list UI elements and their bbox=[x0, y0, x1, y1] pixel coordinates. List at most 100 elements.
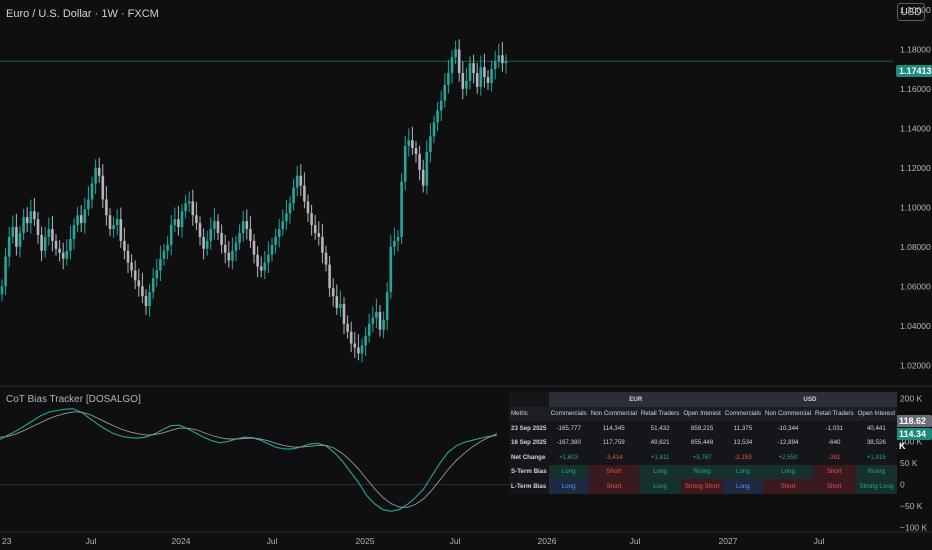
candle-body bbox=[357, 347, 360, 354]
table-row: L-Term Bias Long Short Long Strong Short Long… bbox=[509, 479, 898, 494]
cot-table: EUR USD Metric Commercials Non Commercial R… bbox=[509, 392, 898, 494]
table-row-label: S-Term Bias bbox=[509, 464, 549, 479]
candle-body bbox=[61, 252, 65, 259]
table-header-cell: Metric bbox=[509, 406, 549, 421]
table-cell: Strong Short bbox=[681, 479, 723, 494]
table-cell: Long bbox=[638, 479, 682, 494]
currency-button[interactable]: USD bbox=[897, 3, 925, 21]
candle-body bbox=[18, 232, 22, 247]
indicator-tick-label: 50 K bbox=[900, 458, 918, 468]
candle-body bbox=[198, 223, 202, 237]
x-tick-label: Jul bbox=[814, 536, 825, 546]
x-tick-label: Jul bbox=[630, 536, 641, 546]
table-cell: Short bbox=[588, 464, 639, 479]
price-tick-label: 1.04000 bbox=[900, 321, 931, 331]
candle-body bbox=[274, 236, 277, 245]
candle-body bbox=[97, 167, 101, 176]
candle-body bbox=[105, 199, 108, 216]
table-cell: 49,621 bbox=[638, 435, 682, 450]
table-cell: 859,215 bbox=[681, 421, 723, 436]
last-price-badge: 1.17413 bbox=[896, 65, 932, 77]
table-cell: +1,915 bbox=[855, 450, 898, 465]
candle-body bbox=[101, 175, 105, 200]
candle-body bbox=[303, 185, 306, 202]
candle-body bbox=[47, 229, 51, 237]
candle-body bbox=[79, 215, 83, 224]
candle-body bbox=[457, 49, 461, 74]
table-cell: Long bbox=[548, 464, 589, 479]
candle-body bbox=[108, 215, 112, 230]
candle-body bbox=[130, 262, 133, 271]
indicator-title: CoT Bias Tracker [DOSALGO] bbox=[6, 394, 141, 405]
candle-body bbox=[501, 55, 504, 64]
table-cell: Strong Long bbox=[855, 479, 898, 494]
candle-body bbox=[421, 169, 425, 186]
candle-body bbox=[137, 280, 141, 287]
candle-body bbox=[371, 317, 375, 324]
table-cell: Short bbox=[762, 479, 814, 494]
candle-body bbox=[220, 232, 223, 245]
candle-body bbox=[439, 100, 443, 111]
table-cell: 40,441 bbox=[855, 421, 898, 436]
candle-body bbox=[346, 323, 349, 332]
candle-body bbox=[245, 221, 249, 230]
candle-body bbox=[324, 252, 328, 265]
candle-body bbox=[25, 217, 29, 224]
table-cell: +2,550 bbox=[762, 450, 814, 465]
table-cell: -1,031 bbox=[813, 421, 856, 436]
candle-body bbox=[504, 61, 508, 64]
candle-body bbox=[418, 154, 421, 170]
indicator-value-badge: 114.34 K bbox=[896, 428, 932, 451]
table-cell: +3,767 bbox=[681, 450, 723, 465]
candle-body bbox=[429, 136, 432, 153]
candle-body bbox=[285, 213, 288, 222]
table-header-cell: Open Interest bbox=[855, 406, 898, 421]
table-cell: Long bbox=[548, 479, 589, 494]
candle-body bbox=[389, 246, 393, 293]
candle-body bbox=[231, 250, 234, 261]
candle-body bbox=[148, 292, 151, 307]
x-tick-label: 23 bbox=[2, 536, 12, 546]
candle-body bbox=[432, 122, 436, 137]
candle-body bbox=[367, 323, 371, 336]
candle-body bbox=[159, 258, 162, 271]
table-cell: -391 bbox=[813, 450, 856, 465]
x-tick-label: Jul bbox=[267, 536, 278, 546]
candle-body bbox=[385, 292, 389, 320]
indicator-tick-label: 200 K bbox=[900, 393, 923, 403]
candle-body bbox=[209, 229, 213, 241]
candle-body bbox=[115, 219, 119, 226]
candle-body bbox=[238, 232, 241, 243]
table-cell: Short bbox=[813, 479, 856, 494]
table-header-cell: Non Commercial bbox=[762, 406, 814, 421]
candle-body bbox=[169, 225, 173, 245]
table-row: S-Term Bias Long Short Long Rising Long Long Sh… bbox=[509, 464, 898, 479]
candle-body bbox=[339, 304, 342, 308]
chart-title: Euro / U.S. Dollar · 1W · FXCM bbox=[6, 8, 159, 20]
group-usd: USD bbox=[722, 392, 898, 407]
candle-body bbox=[299, 175, 303, 186]
candle-body bbox=[310, 213, 313, 226]
table-cell: 117,759 bbox=[588, 435, 639, 450]
candle-body bbox=[22, 217, 25, 233]
candle-body bbox=[195, 215, 198, 224]
table-cell: -3,414 bbox=[588, 450, 639, 465]
table-header-cell: Commercials bbox=[722, 406, 763, 421]
table-cell: +1,603 bbox=[548, 450, 589, 465]
cot-main-line bbox=[0, 408, 498, 512]
candle-body bbox=[4, 256, 7, 287]
candle-body bbox=[155, 270, 159, 279]
indicator-tick-label: 0 bbox=[900, 480, 905, 490]
candle-body bbox=[321, 236, 324, 253]
table-row-label: 16 Sep 2025 bbox=[509, 435, 549, 450]
candle-body bbox=[227, 252, 231, 261]
candle-body bbox=[51, 229, 54, 241]
candle-body bbox=[87, 199, 90, 210]
table-header-cell: Non Commercial bbox=[588, 406, 639, 421]
indicator-tick-label: −100 K bbox=[900, 523, 928, 533]
candle-body bbox=[11, 227, 15, 237]
x-tick-label: Jul bbox=[450, 536, 461, 546]
candle-body bbox=[414, 148, 418, 154]
candle-body bbox=[241, 221, 245, 233]
candle-body bbox=[443, 84, 447, 101]
